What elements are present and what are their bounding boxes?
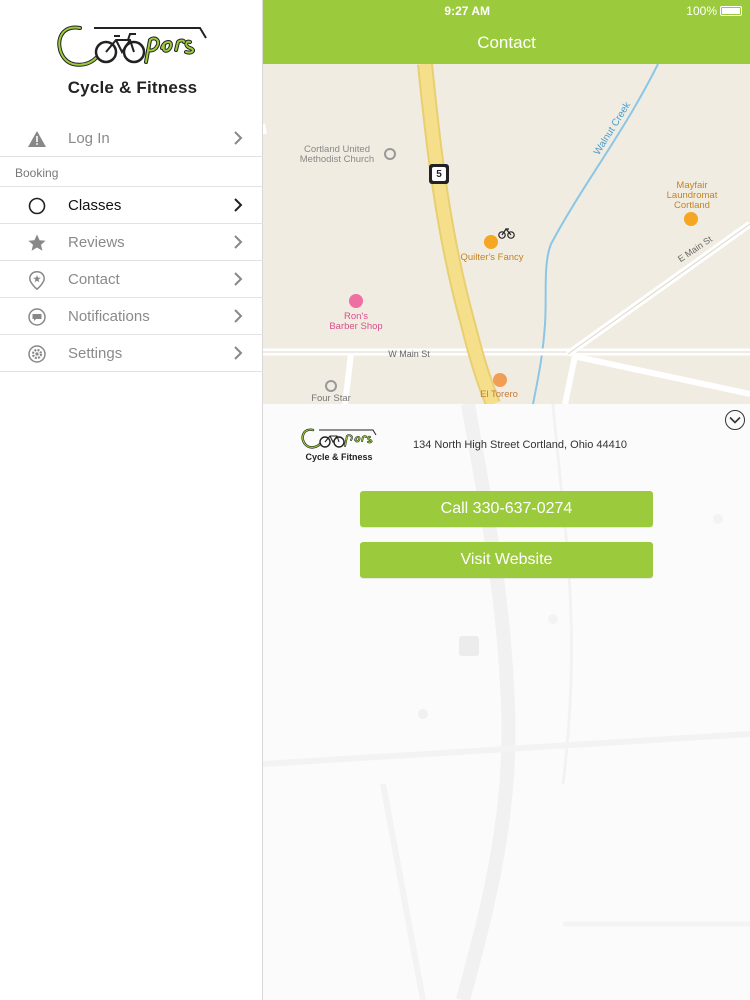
chevron-right-icon — [233, 346, 245, 360]
call-button[interactable]: Call 330-637-0274 — [360, 491, 653, 527]
sidebar-menu: Log In Booking Classes Reviews Contact N… — [0, 120, 263, 372]
map-label-rons: Ron's Barber Shop — [329, 311, 383, 332]
contact-info-panel: Cycle & Fitness 134 North High Street Co… — [263, 404, 750, 590]
sidebar-item-reviews[interactable]: Reviews — [0, 224, 263, 261]
sidebar-item-label: Log In — [68, 130, 110, 147]
map-label-mayfair: Mayfair Laundromat Cortland — [666, 180, 718, 211]
star-icon — [27, 233, 47, 253]
sidebar-item-contact[interactable]: Contact — [0, 261, 263, 298]
status-battery: 100% — [686, 4, 742, 18]
gear-icon — [27, 344, 47, 364]
map-view[interactable]: 5 Cortland United Methodist Church Walnu… — [263, 64, 750, 404]
main-content: 9:27 AM 100% Contact 5 Cortland United M… — [263, 0, 750, 1000]
visit-website-button[interactable]: Visit Website — [360, 542, 653, 578]
page-title: Contact — [477, 33, 536, 52]
sidebar-item-settings[interactable]: Settings — [0, 335, 263, 372]
status-time: 9:27 AM — [444, 4, 490, 18]
chevron-right-icon — [233, 309, 245, 323]
battery-icon — [720, 6, 742, 16]
map-label-four-star: Four Star — [311, 393, 351, 404]
chevron-right-icon — [233, 272, 245, 286]
sidebar-item-notifications[interactable]: Notifications — [0, 298, 263, 335]
map-label-route: 5 — [436, 169, 442, 180]
logo-subtitle: Cycle & Fitness — [305, 452, 373, 462]
logo-subtitle: Cycle & Fitness — [67, 78, 198, 97]
circle-icon — [27, 196, 47, 216]
map-label-cortland-united: Cortland United Methodist Church — [299, 144, 375, 165]
chevron-right-icon — [233, 131, 245, 145]
map-label-quilters: Quilter's Fancy — [460, 252, 524, 263]
sidebar: Cycle & Fitness Log In Booking Classes R… — [0, 0, 263, 1000]
warning-icon — [27, 129, 47, 149]
sidebar-item-label: Classes — [68, 197, 122, 214]
business-logo: Cycle & Fitness — [299, 426, 379, 464]
section-label-booking: Booking — [0, 157, 263, 187]
chat-bubble-icon — [27, 307, 47, 327]
collapse-button[interactable] — [725, 410, 745, 430]
app-logo: Cycle & Fitness — [50, 18, 215, 100]
sidebar-item-log-in[interactable]: Log In — [0, 120, 263, 157]
coopers-logo-graphic — [301, 428, 377, 449]
navigation-bar: 9:27 AM 100% Contact — [263, 0, 750, 64]
business-address: 134 North High Street Cortland, Ohio 444… — [413, 439, 628, 451]
location-pin-icon — [27, 270, 47, 290]
map-label-w-main: W Main St — [388, 349, 430, 359]
chevron-right-icon — [233, 198, 245, 212]
sidebar-item-classes[interactable]: Classes — [0, 187, 263, 224]
sidebar-item-label: Settings — [68, 345, 123, 362]
chevron-right-icon — [233, 235, 245, 249]
sidebar-item-label: Reviews — [68, 234, 125, 251]
chevron-down-icon — [729, 416, 741, 424]
battery-percent: 100% — [686, 4, 717, 18]
sidebar-item-label: Contact — [68, 271, 120, 288]
coopers-logo-graphic — [57, 25, 207, 67]
map-label-el-torero: El Torero — [480, 389, 518, 400]
map-graphic — [263, 64, 750, 404]
sidebar-item-label: Notifications — [68, 308, 150, 325]
